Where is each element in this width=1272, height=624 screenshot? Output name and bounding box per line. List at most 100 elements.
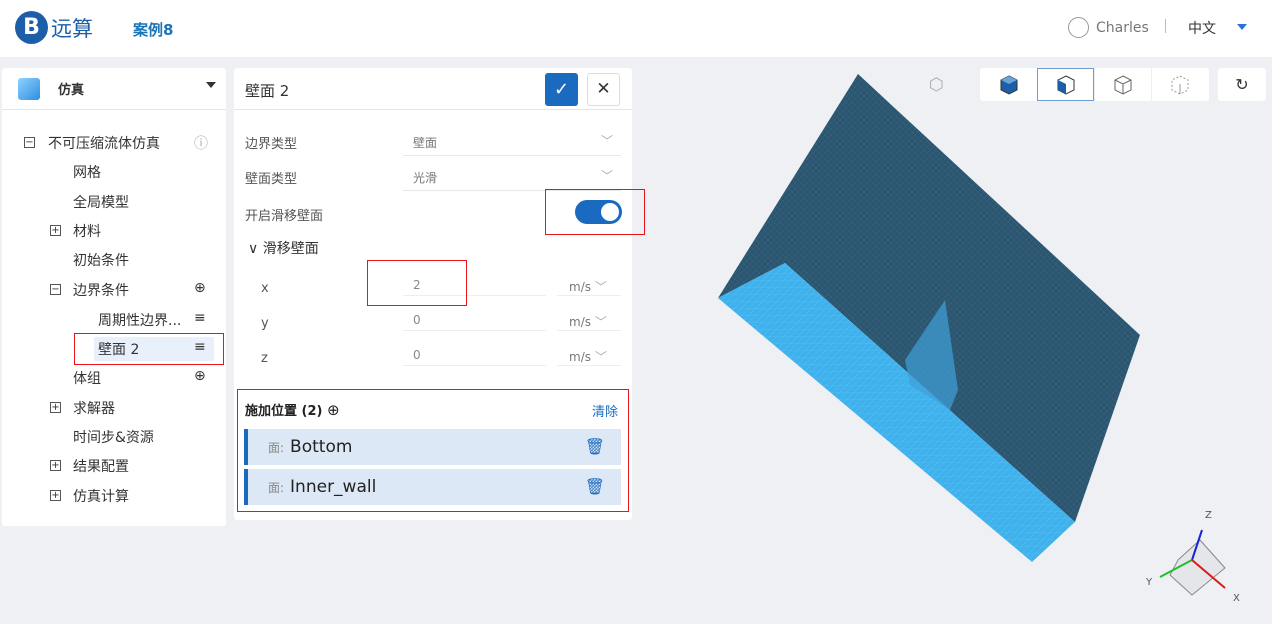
tree-item-label: 体组 xyxy=(73,371,101,387)
chevron-down-icon: ﹀ xyxy=(600,134,613,148)
cube-icon xyxy=(18,77,40,100)
tree-item-label: 初始条件 xyxy=(73,253,129,269)
boundary-type-select[interactable]: 壁面 ﹀ xyxy=(403,126,621,156)
unit-value: m/s xyxy=(569,315,591,329)
tree-item[interactable]: 仿真计算 xyxy=(69,484,209,508)
plus-square-icon[interactable]: + xyxy=(50,460,61,471)
reset-view-button[interactable]: ↻ xyxy=(1218,68,1266,101)
velocity-value: 0 xyxy=(413,313,421,327)
case-title[interactable]: 案例8 xyxy=(133,19,173,40)
wall-type-label: 壁面类型 xyxy=(245,172,298,187)
unit-select[interactable]: m/s ﹀ xyxy=(557,336,621,366)
solid-edge-cube-icon xyxy=(1057,74,1074,95)
solid-cube-icon xyxy=(1000,74,1017,95)
chevron-down-icon: ﹀ xyxy=(594,280,607,294)
user-menu[interactable]: Charles xyxy=(1068,17,1149,38)
logo: B 远算 xyxy=(15,11,93,44)
form-title: 壁面 2 xyxy=(245,82,290,100)
solid-edges-view-button[interactable] xyxy=(1037,68,1094,101)
mesh-inner-structure xyxy=(905,300,958,410)
tree-item[interactable]: 体组 xyxy=(69,366,209,390)
tree-item[interactable]: 初始条件 xyxy=(69,248,209,272)
boundary-type-value: 壁面 xyxy=(413,136,438,150)
menu-icon[interactable]: ≡ xyxy=(194,310,206,326)
tree-item-label: 边界条件 xyxy=(73,283,129,299)
caret-down-icon[interactable] xyxy=(206,82,216,88)
wall-type-value: 光滑 xyxy=(413,171,438,185)
chevron-down-icon: ﹀ xyxy=(600,169,613,183)
slip-toggle-label: 开启滑移壁面 xyxy=(245,209,324,224)
confirm-button[interactable]: ✓ xyxy=(545,73,578,106)
minus-square-icon[interactable]: − xyxy=(50,284,61,295)
plus-square-icon[interactable]: + xyxy=(50,225,61,236)
tree-item[interactable]: 材料 xyxy=(69,219,209,243)
unit-select[interactable]: m/s ﹀ xyxy=(557,301,621,331)
solid-view-button[interactable] xyxy=(980,68,1037,101)
tree-item-label: 不可压缩流体仿真 xyxy=(48,136,160,152)
axis-triad[interactable] xyxy=(1159,529,1226,596)
unit-value: m/s xyxy=(569,280,591,294)
wireframe-view-button[interactable] xyxy=(1094,68,1151,101)
tree-item-label: 求解器 xyxy=(73,401,115,417)
panel-header[interactable]: 仿真 xyxy=(2,68,226,110)
tree-item-label: 全局模型 xyxy=(73,195,129,211)
x-axis-label: X xyxy=(1233,593,1240,604)
caret-down-icon[interactable] xyxy=(1237,24,1247,30)
mesh-light-face xyxy=(718,263,1075,562)
axis-label: z xyxy=(261,351,268,366)
tree-item[interactable]: 时间步&资源 xyxy=(69,425,209,449)
highlight-box xyxy=(237,389,629,512)
orientation-cube-icon[interactable]: ⬡ xyxy=(929,75,944,95)
axis-label: y xyxy=(261,316,269,331)
plus-square-icon[interactable]: + xyxy=(50,402,61,413)
close-icon: ✕ xyxy=(596,79,611,99)
z-axis-label: Z xyxy=(1205,510,1212,521)
tree-item[interactable]: 边界条件 xyxy=(69,278,209,302)
wall-type-select[interactable]: 光滑 ﹀ xyxy=(403,161,621,191)
axis-label: x xyxy=(261,281,269,296)
tree-item[interactable]: 结果配置 xyxy=(69,454,209,478)
chevron-down-icon: ∨ xyxy=(248,241,263,257)
user-icon xyxy=(1068,17,1089,38)
chevron-down-icon: ﹀ xyxy=(594,315,607,329)
chevron-down-icon: ﹀ xyxy=(594,350,607,364)
plus-square-icon[interactable]: + xyxy=(50,490,61,501)
check-icon: ✓ xyxy=(553,79,570,100)
slip-section-toggle[interactable]: ∨ 滑移壁面 xyxy=(248,238,319,258)
velocity-z-input[interactable]: 0 xyxy=(403,336,546,366)
minus-square-icon[interactable]: − xyxy=(24,137,35,148)
unit-select[interactable]: m/s ﹀ xyxy=(557,266,621,296)
tree-item-label: 仿真计算 xyxy=(73,489,129,505)
unit-value: m/s xyxy=(569,350,591,364)
tree-item-label: 周期性边界... xyxy=(98,313,182,329)
points-view-button[interactable] xyxy=(1151,68,1208,101)
x-axis xyxy=(1191,559,1226,589)
rotate-icon: ↻ xyxy=(1235,75,1249,94)
add-icon[interactable]: ⊕ xyxy=(194,368,206,384)
divider xyxy=(1165,19,1166,33)
y-axis xyxy=(1159,559,1193,578)
wireframe-cube-icon xyxy=(1114,74,1132,95)
velocity-value: 0 xyxy=(413,348,421,362)
y-axis-label: Y xyxy=(1146,577,1153,588)
tree-item-label: 网格 xyxy=(73,165,101,181)
tree-item[interactable]: 全局模型 xyxy=(69,190,209,214)
add-icon[interactable]: ⊕ xyxy=(194,280,206,296)
tree-item[interactable]: 求解器 xyxy=(69,396,209,420)
highlight-box xyxy=(74,333,224,365)
view-mode-toolbar xyxy=(980,68,1209,101)
form-header: 壁面 2 ✓ ✕ xyxy=(234,68,632,110)
tree-item[interactable]: 网格 xyxy=(69,160,209,184)
boundary-form-panel: 壁面 2 ✓ ✕ 边界类型 壁面 ﹀ 壁面类型 光滑 ﹀ 开启滑移壁面 ∨ 滑移壁面… xyxy=(234,68,645,520)
tree-item-label: 时间步&资源 xyxy=(73,430,154,446)
user-name: Charles xyxy=(1096,19,1149,36)
tree-item-label: 结果配置 xyxy=(73,459,129,475)
language-select[interactable]: 中文 xyxy=(1188,18,1216,38)
info-icon[interactable]: ⓘ xyxy=(194,133,208,153)
mesh-dark-face xyxy=(718,74,1140,522)
close-button[interactable]: ✕ xyxy=(587,73,620,106)
tree-item[interactable]: 不可压缩流体仿真 xyxy=(44,131,184,155)
tree-item-label: 材料 xyxy=(73,224,101,240)
slip-section-title: 滑移壁面 xyxy=(262,241,319,257)
panel-title: 仿真 xyxy=(58,83,85,98)
